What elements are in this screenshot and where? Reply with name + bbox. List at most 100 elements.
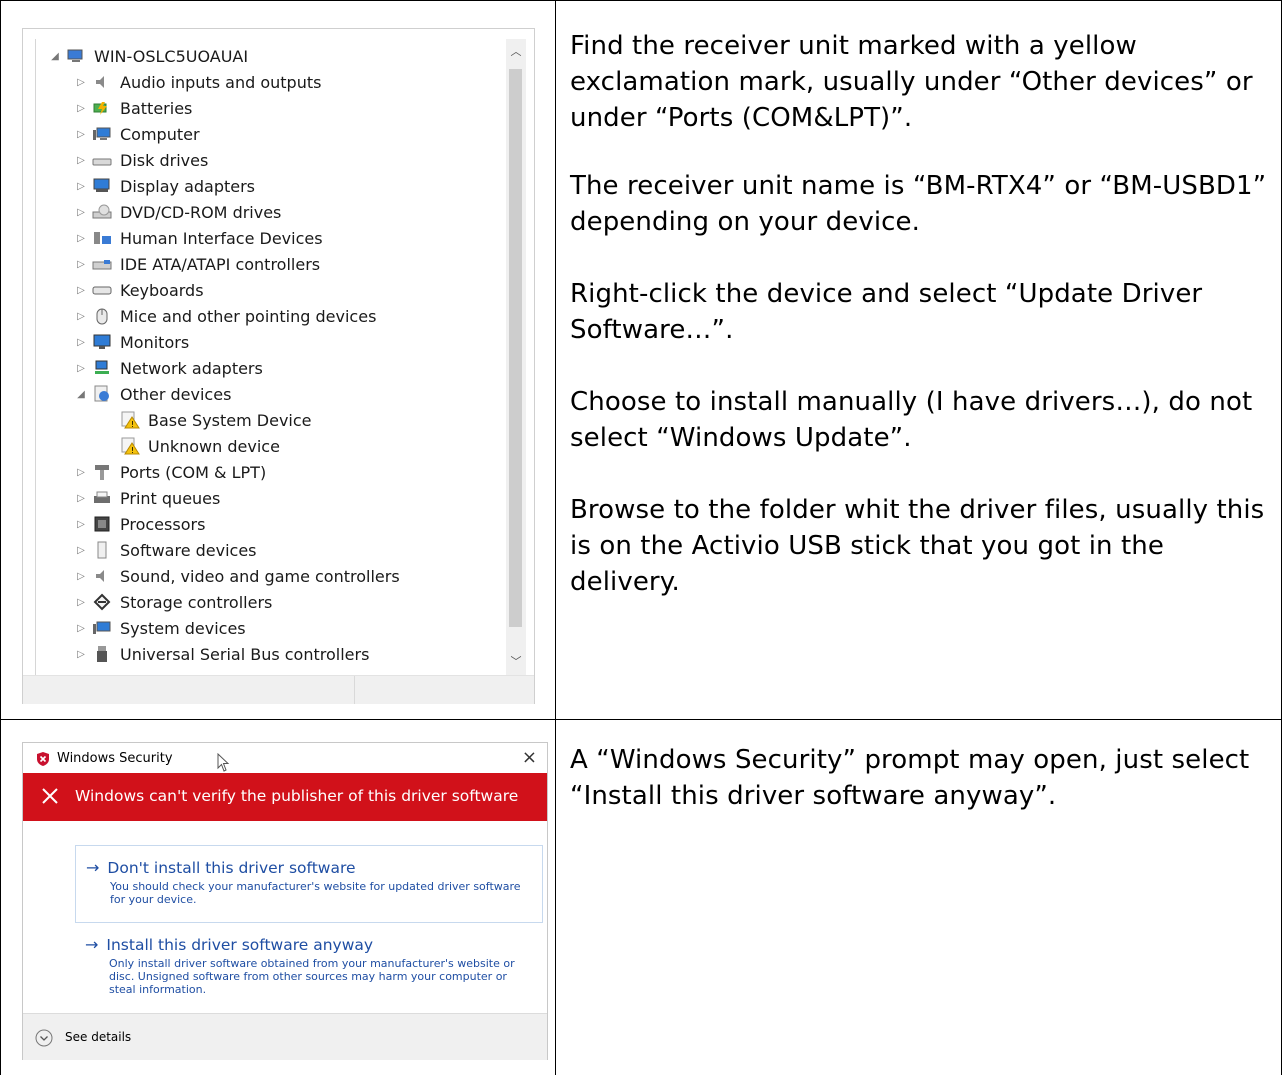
device-manager-panel: ◢ WIN-OSLC5UOAUAI ▷ Audio inputs and out… <box>22 28 535 704</box>
tree-item-label: Storage controllers <box>120 592 273 612</box>
expand-icon[interactable]: ▷ <box>76 597 86 608</box>
tree-item-mice[interactable]: ▷ Mice and other pointing devices <box>76 303 376 329</box>
collapse-icon[interactable]: ◢ <box>50 51 60 62</box>
tree-item-unknown-device[interactable]: ! Unknown device <box>120 433 280 459</box>
expand-icon[interactable]: ▷ <box>76 337 86 348</box>
table-border-row <box>0 719 1282 720</box>
dont-install-option[interactable]: → Don't install this driver software You… <box>75 845 543 923</box>
computer-icon <box>66 47 86 65</box>
tree-item-ide[interactable]: ▷ IDE ATA/ATAPI controllers <box>76 251 320 277</box>
tree-item-label: Sound, video and game controllers <box>120 566 400 586</box>
tree-item-processors[interactable]: ▷ Processors <box>76 511 205 537</box>
tree-item-label: Human Interface Devices <box>120 228 323 248</box>
tree-item-computer[interactable]: ▷ Computer <box>76 121 200 147</box>
table-border-left <box>0 0 1 1075</box>
expand-icon[interactable]: ▷ <box>76 77 86 88</box>
tree-item-dvd-drives[interactable]: ▷ DVD/CD-ROM drives <box>76 199 281 225</box>
keyboard-icon <box>92 281 112 299</box>
status-divider <box>354 676 355 704</box>
tree-root[interactable]: ◢ WIN-OSLC5UOAUAI <box>50 43 248 69</box>
warning-device-icon: ! <box>120 411 140 429</box>
vertical-scrollbar[interactable]: ︿ ﹀ <box>506 39 526 675</box>
tree-item-network[interactable]: ▷ Network adapters <box>76 355 263 381</box>
instruction-text: A “Windows Security” prompt may open, ju… <box>570 745 1250 811</box>
table-border-middle <box>555 0 556 1075</box>
tree-item-label: Computer <box>120 124 200 144</box>
tree-item-other-devices[interactable]: ◢ Other devices <box>76 381 231 407</box>
instruction-step-6: A “Windows Security” prompt may open, ju… <box>570 742 1270 814</box>
device-tree: ◢ WIN-OSLC5UOAUAI ▷ Audio inputs and out… <box>35 39 514 675</box>
expand-icon[interactable]: ▷ <box>76 103 86 114</box>
expand-icon[interactable]: ▷ <box>76 467 86 478</box>
tree-item-base-system-device[interactable]: ! Base System Device <box>120 407 312 433</box>
computer-icon <box>92 125 112 143</box>
tree-item-label: Other devices <box>120 384 232 404</box>
tree-item-batteries[interactable]: ▷ Batteries <box>76 95 192 121</box>
expand-icon[interactable]: ▷ <box>76 623 86 634</box>
tree-item-label: System devices <box>120 618 246 638</box>
hid-icon <box>92 229 112 247</box>
system-device-icon <box>92 619 112 637</box>
expand-icon[interactable]: ▷ <box>76 363 86 374</box>
tree-item-usb[interactable]: ▷ Universal Serial Bus controllers <box>76 641 369 667</box>
tree-item-label: Audio inputs and outputs <box>120 72 322 92</box>
tree-item-disk-drives[interactable]: ▷ Disk drives <box>76 147 208 173</box>
svg-text:!: ! <box>131 420 134 429</box>
tree-item-label: Ports (COM & LPT) <box>120 462 267 482</box>
dialog-title: Windows Security <box>57 751 173 766</box>
collapse-icon[interactable]: ◢ <box>76 389 86 400</box>
scroll-down-icon[interactable]: ﹀ <box>506 653 526 669</box>
expand-icon[interactable]: ▷ <box>76 129 86 140</box>
expand-icon[interactable]: ▷ <box>76 519 86 530</box>
tree-item-label: Display adapters <box>120 176 256 196</box>
expand-icon[interactable]: ▷ <box>76 649 86 660</box>
error-x-icon <box>37 783 63 809</box>
expand-icon[interactable]: ▷ <box>76 155 86 166</box>
scroll-up-icon[interactable]: ︿ <box>506 43 526 59</box>
tree-item-label: Batteries <box>120 98 193 118</box>
tree-item-print-queues[interactable]: ▷ Print queues <box>76 485 220 511</box>
expand-icon[interactable]: ▷ <box>76 207 86 218</box>
dvd-drive-icon <box>92 203 112 221</box>
arrow-right-icon: → <box>85 935 99 954</box>
tree-item-display-adapters[interactable]: ▷ Display adapters <box>76 173 255 199</box>
printer-icon <box>92 489 112 507</box>
expand-icon[interactable]: ▷ <box>76 259 86 270</box>
tree-item-monitors[interactable]: ▷ Monitors <box>76 329 189 355</box>
tree-item-label: Software devices <box>120 540 257 560</box>
expand-icon[interactable]: ▷ <box>76 571 86 582</box>
option-description: You should check your manufacturer's web… <box>110 880 521 906</box>
instruction-step-5: Browse to the folder whit the driver fil… <box>570 492 1270 600</box>
ide-controller-icon <box>92 255 112 273</box>
tree-item-ports[interactable]: ▷ Ports (COM & LPT) <box>76 459 266 485</box>
other-devices-icon <box>92 385 112 403</box>
software-device-icon <box>92 541 112 559</box>
tree-item-system-devices[interactable]: ▷ System devices <box>76 615 246 641</box>
tree-item-hid[interactable]: ▷ Human Interface Devices <box>76 225 323 251</box>
tree-item-sound[interactable]: ▷ Sound, video and game controllers <box>76 563 400 589</box>
tree-item-label: Universal Serial Bus controllers <box>120 644 370 664</box>
expand-icon[interactable]: ▷ <box>76 545 86 556</box>
scroll-thumb[interactable] <box>509 69 522 627</box>
tree-item-label: Print queues <box>120 488 221 508</box>
usb-icon <box>92 645 112 663</box>
see-details-link[interactable]: See details <box>65 1030 131 1044</box>
windows-security-dialog: Windows Security × Windows can't verify … <box>22 742 548 1060</box>
tree-root-label: WIN-OSLC5UOAUAI <box>94 46 249 66</box>
install-anyway-option[interactable]: → Install this driver software anyway On… <box>75 923 541 1015</box>
tree-item-keyboards[interactable]: ▷ Keyboards <box>76 277 203 303</box>
table-border-top <box>0 0 1282 1</box>
expand-icon[interactable]: ▷ <box>76 181 86 192</box>
close-button[interactable]: × <box>522 747 537 768</box>
expand-icon[interactable]: ▷ <box>76 233 86 244</box>
tree-item-storage[interactable]: ▷ Storage controllers <box>76 589 272 615</box>
chevron-down-circle-icon[interactable] <box>35 1029 53 1047</box>
tree-item-audio[interactable]: ▷ Audio inputs and outputs <box>76 69 321 95</box>
tree-item-label: DVD/CD-ROM drives <box>120 202 282 222</box>
instruction-step-1: Find the receiver unit marked with a yel… <box>570 28 1270 136</box>
svg-text:!: ! <box>131 446 134 455</box>
expand-icon[interactable]: ▷ <box>76 493 86 504</box>
expand-icon[interactable]: ▷ <box>76 311 86 322</box>
tree-item-software-devices[interactable]: ▷ Software devices <box>76 537 257 563</box>
expand-icon[interactable]: ▷ <box>76 285 86 296</box>
